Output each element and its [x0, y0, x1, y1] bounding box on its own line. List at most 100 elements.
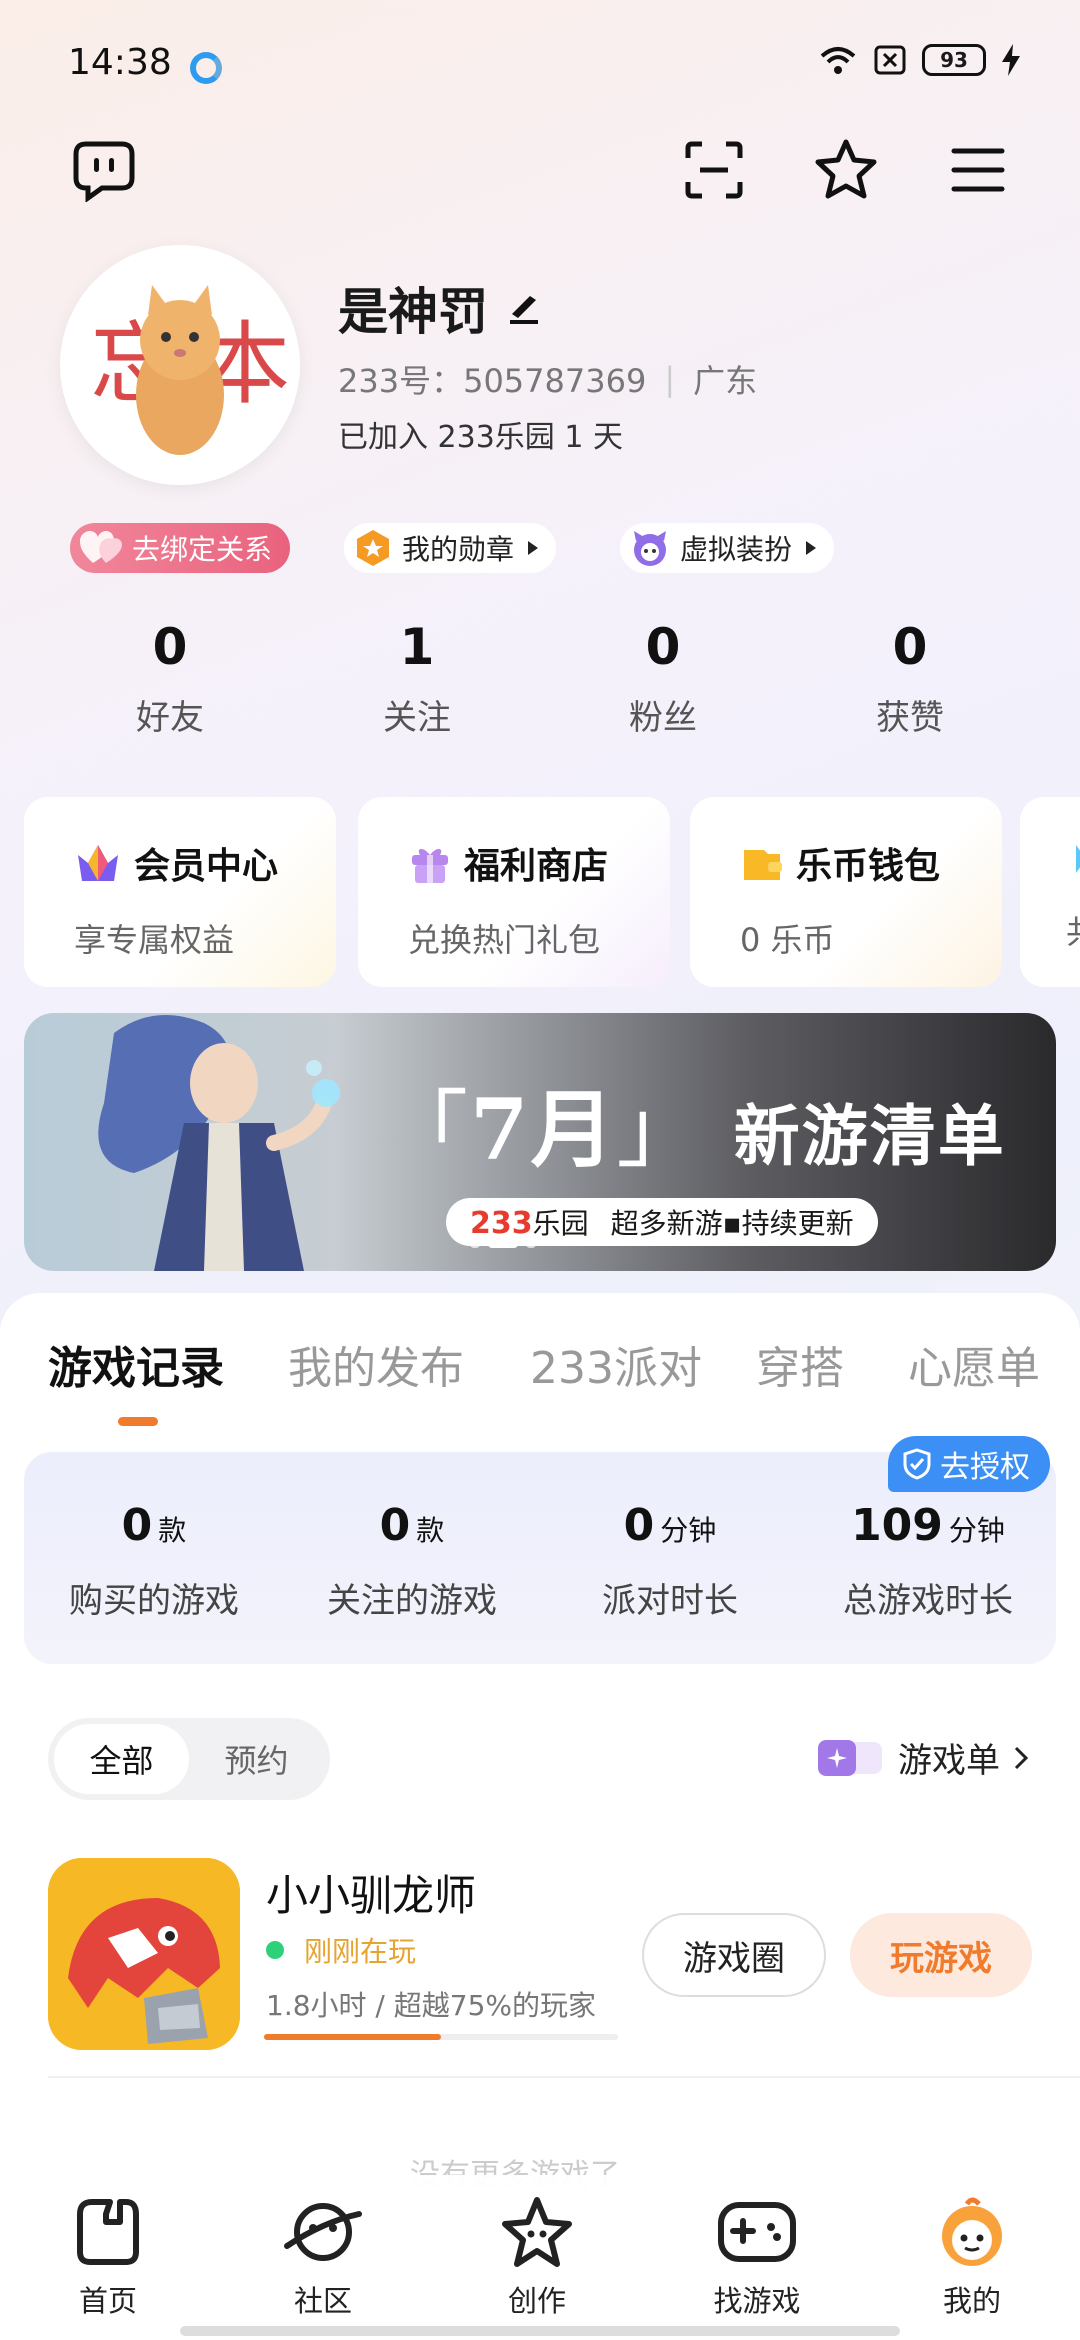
following-stat[interactable]: 1 关注 [297, 618, 537, 739]
banner-headline: 新游清单 [733, 1097, 1006, 1175]
chat-bubble-icon [73, 141, 135, 202]
vip-center-card[interactable]: 会员中心 享专属权益 [24, 797, 336, 987]
game-circle-button[interactable]: 游戏圈 [642, 1913, 826, 1997]
avatar[interactable]: 忘 本 [60, 245, 300, 485]
menu-button[interactable] [938, 130, 1018, 210]
divider [48, 2076, 1080, 2078]
partial-card-icon [1076, 845, 1080, 873]
notification-app-icon [190, 52, 222, 84]
tab-wishlist[interactable]: 心愿单 [908, 1332, 1040, 1396]
favorites-button[interactable] [806, 130, 886, 210]
gstat-value: 0 [121, 1500, 153, 1551]
stat-label: 好友 [136, 698, 204, 738]
battery-icon: 93 [922, 44, 986, 76]
online-dot-icon [266, 1941, 284, 1959]
shield-check-icon [903, 1448, 931, 1480]
play-game-button[interactable]: 玩游戏 [850, 1913, 1032, 1997]
promo-banner[interactable]: 「7月」 新游清单 233乐园 超多新游▪持续更新 [24, 1013, 1056, 1271]
stat-value: 0 [892, 618, 928, 676]
party-time-stat[interactable]: 0 分钟 派对时长 [540, 1500, 800, 1622]
nav-community[interactable]: 社区 [243, 2190, 403, 2320]
tab-outfits[interactable]: 穿搭 [756, 1332, 844, 1396]
filter-all[interactable]: 全部 [54, 1724, 189, 1794]
nav-label: 首页 [78, 2284, 137, 2318]
tab-my-posts[interactable]: 我的发布 [288, 1332, 464, 1396]
status-bar: 14:38 93 [0, 0, 1080, 130]
gstat-unit: 款 [416, 1514, 445, 1547]
gstat-label: 购买的游戏 [69, 1581, 239, 1621]
game-list-icon [818, 1739, 882, 1776]
nav-me[interactable]: 我的 [892, 2190, 1052, 2320]
tab-game-records[interactable]: 游戏记录 [48, 1332, 224, 1396]
message-button[interactable] [64, 130, 144, 210]
avatar-dressup-chip[interactable]: 虚拟装扮 [620, 523, 835, 573]
charging-icon [1002, 44, 1020, 76]
nav-home[interactable]: 首页 [28, 2190, 188, 2320]
banner-pager [470, 1240, 536, 1248]
gstat-value: 109 [851, 1500, 943, 1551]
tab-indicator [118, 1417, 158, 1426]
followed-games-stat[interactable]: 0款 关注的游戏 [282, 1500, 542, 1622]
user-id-row: 233号：505787369 | 广东 [338, 356, 757, 402]
brand-text: 乐园 [532, 1207, 589, 1240]
fans-stat[interactable]: 0 粉丝 [543, 618, 783, 739]
game-list-label: 游戏单 [898, 1741, 1000, 1781]
total-playtime-stat[interactable]: 109 分钟 总游戏时长 [798, 1500, 1058, 1622]
nav-label: 社区 [293, 2284, 352, 2318]
gstat-unit: 分钟 [660, 1514, 717, 1547]
dragon-game-icon [48, 1858, 240, 2050]
my-medals-chip[interactable]: 我的勋章 [344, 523, 557, 573]
gstat-value: 0 [379, 1500, 411, 1551]
cat-avatar-image: 忘 本 [90, 285, 290, 455]
bind-relation-chip[interactable]: 去绑定关系 [70, 523, 291, 573]
gstat-label: 派对时长 [602, 1581, 738, 1621]
sim-icon [874, 45, 906, 75]
scan-button[interactable] [674, 130, 754, 210]
playtime-progress [264, 2034, 618, 2040]
nav-label: 我的 [942, 2284, 1001, 2318]
nav-create[interactable]: 创作 [457, 2190, 617, 2320]
game-icon[interactable] [48, 1858, 240, 2050]
filter-segment: 全部 预约 [48, 1718, 330, 1800]
edit-icon[interactable] [506, 290, 542, 326]
gstat-value: 0 [623, 1500, 655, 1551]
coin-wallet-card[interactable]: 乐币钱包 0 乐币 [690, 797, 1002, 987]
tab-233-party[interactable]: 233派对 [530, 1332, 702, 1396]
chip-label: 虚拟装扮 [680, 533, 793, 566]
partial-card[interactable]: 共 [1020, 797, 1080, 987]
scan-icon [685, 141, 743, 199]
nav-label: 创作 [507, 2284, 566, 2318]
welfare-shop-card[interactable]: 福利商店 兑换热门礼包 [358, 797, 670, 987]
gstat-label: 总游戏时长 [843, 1581, 1013, 1621]
star-sparkle-icon [815, 139, 877, 199]
heart-icon [80, 531, 122, 563]
game-playtime: 1.8小时 / 超越75%的玩家 [266, 1989, 596, 2022]
authorize-label: 去授权 [940, 1450, 1030, 1485]
game-list-link[interactable]: 游戏单 [816, 1733, 1030, 1782]
purchased-games-stat[interactable]: 0款 购买的游戏 [24, 1500, 284, 1622]
banner-character-image [98, 1015, 340, 1271]
user-region: 广东 [693, 362, 758, 400]
hamburger-icon [951, 148, 1005, 192]
gamepad-icon [718, 2202, 796, 2262]
nav-label: 找游戏 [713, 2284, 801, 2318]
card-subtitle: 0 乐币 [740, 921, 835, 959]
stat-value: 0 [645, 618, 681, 676]
game-status: 刚刚在玩 [266, 1930, 416, 1970]
user-id[interactable]: 233号：505787369 [338, 356, 646, 402]
banner-tagline: 233乐园 超多新游▪持续更新 [446, 1198, 878, 1246]
gstat-unit: 分钟 [948, 1514, 1005, 1547]
game-name[interactable]: 小小驯龙师 [266, 1862, 476, 1923]
chevron-right-icon [1014, 1746, 1029, 1769]
likes-stat[interactable]: 0 获赞 [790, 618, 1030, 739]
authorize-badge[interactable]: 去授权 [888, 1436, 1050, 1492]
friends-stat[interactable]: 0 好友 [50, 618, 290, 739]
nav-find-games[interactable]: 找游戏 [677, 2190, 837, 2320]
filter-reserve[interactable]: 预约 [189, 1724, 324, 1794]
banner-bracket-open: 「 [384, 1081, 471, 1179]
status-icons: 93 [818, 44, 1020, 76]
banner-bracket-close: 」 [616, 1081, 703, 1179]
stat-label: 获赞 [876, 698, 944, 738]
pager-dot [470, 1240, 480, 1248]
card-title: 乐币钱包 [796, 846, 941, 887]
